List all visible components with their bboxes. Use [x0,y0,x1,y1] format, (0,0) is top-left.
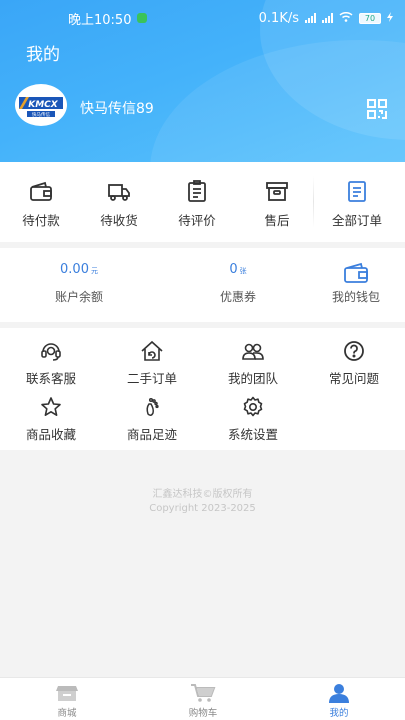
tab-shop[interactable]: 商城 [32,683,102,719]
cart-icon [191,684,216,702]
star-icon [41,397,61,416]
order-all[interactable]: 全部订单 [318,176,396,229]
balance-label: 账户余额 [54,290,103,304]
tab-label: 我的 [329,708,349,719]
tool-label: 系统设置 [227,427,278,442]
order-pending-review[interactable]: 待评价 [158,176,236,229]
avatar[interactable]: KMCX 快马传信 [15,84,67,126]
bottom-tab-bar: 商城 购物车 我的 [0,677,405,720]
tool-label: 联系客服 [25,371,76,386]
coupon-label: 优惠券 [219,290,256,304]
box-icon [266,182,288,201]
kmcx-logo-icon: KMCX 快马传信 [19,97,63,118]
qr-code-icon[interactable] [366,98,388,120]
copyright: 汇鑫达科技©版权所有 Copyright 2023-2025 [0,488,405,516]
gear-icon [243,396,263,417]
order-all-label: 全部订单 [331,213,382,228]
username[interactable]: 快马传信89 [80,98,154,118]
svg-text:快马传信: 快马传信 [32,111,50,118]
tools-section: 联系客服 二手订单 我的团队 常见问题 商品收藏 商品足迹 系统设置 [0,328,405,450]
tool-label: 商品收藏 [25,427,76,442]
my-wallet[interactable]: 我的钱包 [306,262,405,305]
svg-text:KMCX: KMCX [28,100,59,110]
charging-icon [387,11,393,26]
truck-icon [108,184,130,201]
wifi-icon [339,11,353,26]
coupons[interactable]: 0张 优惠券 [188,262,288,305]
copyright-line1: 汇鑫达科技©版权所有 [152,489,253,500]
tool-label: 二手订单 [126,371,177,386]
network-speed: 0.1K/s [258,10,299,26]
order-label: 待付款 [22,213,60,228]
tool-label: 商品足迹 [126,427,177,442]
status-time: 晚上10:50 [68,12,132,28]
tool-label: 我的团队 [227,371,278,386]
tool-faq[interactable]: 常见问题 [306,340,402,387]
tab-mine[interactable]: 我的 [304,683,374,719]
headset-icon [41,343,61,361]
battery-icon: 70 [359,12,381,24]
tool-footprint[interactable]: 商品足迹 [104,396,200,443]
coupon-value: 0张 [229,262,247,277]
shop-icon [56,686,78,701]
tool-customer-service[interactable]: 联系客服 [3,340,99,387]
question-icon [344,341,364,361]
tab-label: 购物车 [188,708,218,719]
tool-secondhand-orders[interactable]: 二手订单 [104,340,200,387]
footprint-icon [146,397,159,417]
my-wallet-icon-wrap [306,262,405,284]
balance-value: 0.00 元 [60,262,98,277]
signal-icon [305,13,316,23]
tab-label: 商城 [57,708,77,719]
team-icon [242,343,264,360]
account-balance[interactable]: 0.00 元 账户余额 [29,262,129,305]
tool-settings[interactable]: 系统设置 [205,396,301,443]
orders-section: 待付款 待收货 待评价 售后 全部订单 [0,162,405,242]
copyright-line2: Copyright 2023-2025 [149,503,256,514]
user-icon [329,684,349,703]
tab-cart[interactable]: 购物车 [168,683,238,719]
tool-favorites[interactable]: 商品收藏 [3,396,99,443]
status-bar: 晚上10:50 0.1K/s 70 [0,0,405,36]
wallet-icon [30,181,52,201]
wallet-icon [344,262,368,283]
clipboard-icon [188,180,206,202]
notification-icon [137,13,148,23]
wallet-section: 0.00 元 账户余额 0张 优惠券 我的钱包 [0,248,405,322]
profile-header: 晚上10:50 0.1K/s 70 我的 KMCX 快马传信 快马传信89 [0,0,405,162]
page-title: 我的 [26,45,60,65]
my-wallet-label: 我的钱包 [331,290,380,304]
document-icon [348,181,366,202]
tool-my-team[interactable]: 我的团队 [205,340,301,387]
divider [313,176,314,228]
order-label: 待评价 [178,213,216,228]
tool-label: 常见问题 [328,371,379,386]
order-after-sale[interactable]: 售后 [238,176,316,229]
order-pending-receipt[interactable]: 待收货 [80,176,158,229]
home-refresh-icon [141,340,163,361]
signal-icon [322,13,333,23]
order-label: 售后 [264,213,290,228]
order-label: 待收货 [100,213,138,228]
order-pending-payment[interactable]: 待付款 [2,176,80,229]
